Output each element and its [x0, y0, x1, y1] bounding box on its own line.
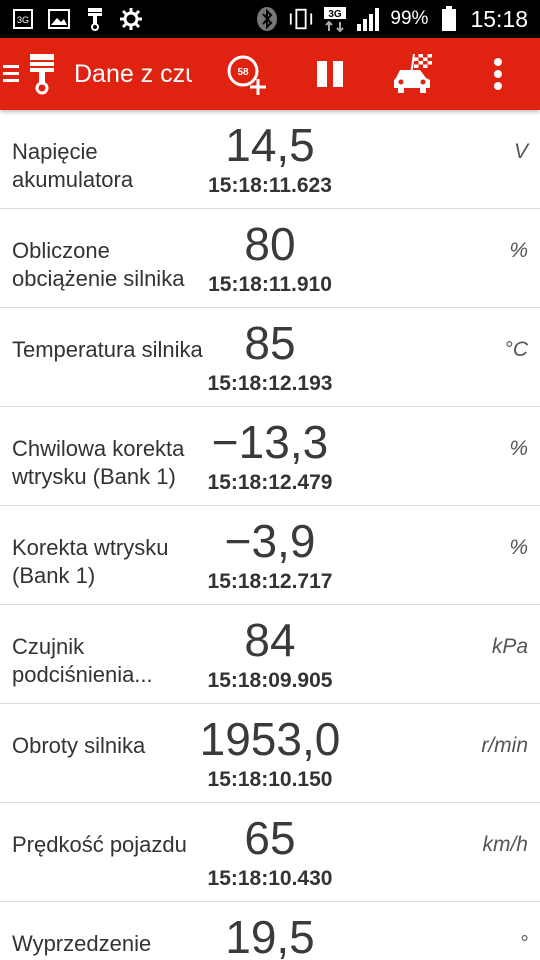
- list-item[interactable]: Czujnik podciśnienia... 84 15:18:09.905 …: [0, 605, 540, 704]
- 3g-data-icon: 3G: [322, 6, 348, 32]
- race-mode-button[interactable]: [388, 50, 440, 98]
- svg-text:3G: 3G: [329, 9, 343, 20]
- sensor-unit: V: [513, 140, 528, 163]
- sensor-timestamp: 15:18:11.910: [208, 273, 332, 296]
- bluetooth-icon: [254, 6, 280, 32]
- sensor-value: 1953,0: [199, 713, 341, 765]
- hamburger-menu-icon: [3, 65, 19, 82]
- signal-icon: [356, 6, 382, 32]
- overflow-menu-button[interactable]: [480, 52, 516, 96]
- speedometer-add-icon: 58: [227, 55, 266, 95]
- sensor-unit: r/min: [481, 734, 528, 757]
- sensor-value: 14,5: [225, 119, 315, 171]
- add-gauge-button[interactable]: 58: [220, 50, 270, 100]
- sensor-unit: kPa: [491, 635, 528, 658]
- sensor-unit: km/h: [482, 833, 528, 856]
- sensor-timestamp: 15:18:12.193: [207, 372, 333, 395]
- sensor-timestamp: 15:18:11.623: [208, 174, 332, 197]
- sensor-unit: %: [509, 239, 528, 262]
- status-bar: 3G 3G 99% 15:18: [0, 0, 540, 38]
- menu-button[interactable]: [0, 56, 22, 92]
- sensor-timestamp: 15:18:10.150: [207, 768, 333, 791]
- piston-icon: [82, 6, 108, 32]
- list-item[interactable]: Korekta wtrysku (Bank 1) −3,9 15:18:12.7…: [0, 506, 540, 605]
- sensor-value: 85: [244, 317, 296, 369]
- battery-percent: 99%: [390, 8, 429, 29]
- sensor-unit: %: [509, 437, 528, 460]
- status-bar-right: 3G 99% 15:18: [254, 0, 528, 38]
- svg-text:3G: 3G: [17, 15, 29, 25]
- app-bar: Dane z czujników 58: [0, 38, 540, 110]
- sensor-list[interactable]: Napięcie akumulatora 14,5 15:18:11.623 V…: [0, 110, 540, 960]
- list-item[interactable]: Napięcie akumulatora 14,5 15:18:11.623 V: [0, 110, 540, 209]
- sensor-value: 19,5: [225, 911, 315, 960]
- sensor-unit: °: [519, 932, 528, 955]
- sensor-unit: °C: [504, 338, 528, 361]
- race-car-flag-icon: [394, 53, 432, 93]
- status-bar-left: 3G: [10, 6, 144, 32]
- sensor-value: 65: [244, 812, 296, 864]
- app-logo: [26, 52, 58, 96]
- piston-icon: [30, 54, 54, 95]
- image-icon: [46, 6, 72, 32]
- settings-icon: [118, 6, 144, 32]
- speed-badge: 58: [237, 67, 249, 78]
- pause-icon: [317, 61, 343, 87]
- list-item[interactable]: Temperatura silnika 85 15:18:12.193 °C: [0, 308, 540, 407]
- sensor-timestamp: 15:18:10.430: [207, 867, 333, 890]
- list-item[interactable]: Chwilowa korekta wtrysku (Bank 1) −13,3 …: [0, 407, 540, 506]
- clock: 15:18: [470, 5, 528, 32]
- sensor-timestamp: 15:18:12.479: [207, 471, 333, 494]
- vibrate-icon: [288, 6, 314, 32]
- sensor-value: −13,3: [211, 416, 329, 468]
- list-item[interactable]: Wyprzedzenie 19,5 °: [0, 902, 540, 960]
- 3g-sim-icon: 3G: [10, 6, 36, 32]
- list-item[interactable]: Obroty silnika 1953,0 15:18:10.150 r/min: [0, 704, 540, 803]
- overflow-menu-icon: [494, 58, 502, 90]
- sensor-unit: %: [509, 536, 528, 559]
- pause-button[interactable]: [308, 56, 352, 92]
- sensor-value: −3,9: [224, 515, 316, 567]
- page-title: Dane z czujników: [74, 60, 192, 88]
- sensor-timestamp: 15:18:09.905: [207, 669, 333, 692]
- sensor-timestamp: 15:18:12.717: [207, 570, 333, 593]
- battery-icon: [436, 6, 462, 32]
- sensor-value: 84: [244, 614, 296, 666]
- list-item[interactable]: Obliczone obciążenie silnika 80 15:18:11…: [0, 209, 540, 308]
- list-item[interactable]: Prędkość pojazdu 65 15:18:10.430 km/h: [0, 803, 540, 902]
- sensor-value: 80: [244, 218, 296, 270]
